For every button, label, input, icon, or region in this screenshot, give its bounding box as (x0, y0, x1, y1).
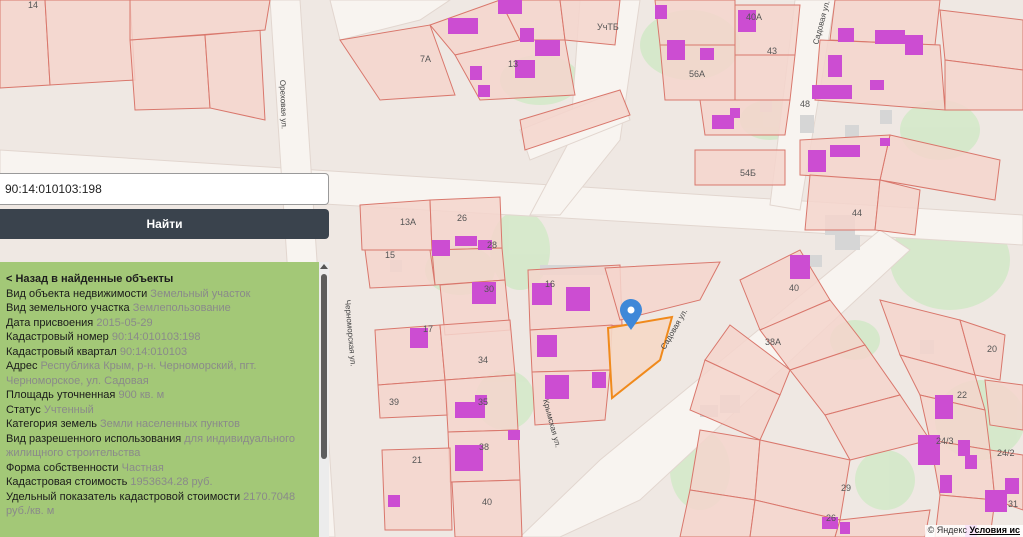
info-value: Частная (118, 461, 164, 474)
info-label: Вид земельного участка (6, 302, 130, 314)
map-attribution: © Яндекс Условия ис (924, 525, 1023, 537)
info-row: Вид объекта недвижимости Земельный участ… (6, 287, 311, 302)
parcel-label: 21 (412, 455, 422, 465)
parcel-label: 44 (852, 208, 862, 218)
info-label: Вид разрешенного использования (6, 432, 182, 445)
info-label: Кадастровая стоимость (6, 476, 128, 488)
info-value: 90:14:010103:198 (108, 331, 201, 343)
info-value: Земельный участок (147, 287, 251, 300)
parcel-label: 17 (423, 324, 433, 334)
scroll-up-arrow-icon[interactable] (320, 264, 328, 269)
info-value: 2015-05-29 (93, 316, 153, 329)
parcel-label: 24/2 (997, 448, 1015, 458)
scroll-thumb[interactable] (321, 274, 327, 459)
parcel-label: 56А (689, 69, 705, 79)
yandex-copyright: © Яндекс (927, 525, 967, 535)
parcel-label: 13 (508, 59, 518, 69)
parcel-label: 54Б (740, 168, 756, 178)
info-value: Республика Крым, р-н. Черноморский, пгт.… (6, 360, 257, 387)
parcel-label: 28 (487, 240, 497, 250)
info-row: Адрес Республика Крым, р-н. Черноморский… (6, 359, 311, 388)
find-button[interactable]: Найти (0, 209, 329, 239)
parcel-label: 38 (479, 442, 489, 452)
info-label: Форма собственности (6, 461, 119, 474)
parcel-label: 35 (478, 397, 488, 407)
parcel-label: УчТБ (597, 22, 619, 32)
info-value: 900 кв. м (115, 389, 165, 401)
info-row: Вид разрешенного использования для индив… (6, 432, 311, 461)
parcel-label: 43 (767, 46, 777, 56)
info-label: Кадастровый квартал (6, 345, 117, 358)
search-input[interactable] (0, 173, 329, 205)
parcel-label: 26 (457, 213, 467, 223)
info-label: Вид объекта недвижимости (6, 287, 148, 300)
parcel-label: 13А (400, 217, 416, 227)
info-row: Статус Учтенный (6, 403, 311, 418)
info-rows: Вид объекта недвижимости Земельный участ… (6, 287, 311, 519)
info-row: Вид земельного участка Землепользование (6, 301, 311, 316)
parcel-label: 40А (746, 12, 762, 22)
info-panel: < Назад в найденные объекты Вид объекта … (0, 262, 319, 537)
parcel-label: 22 (957, 390, 967, 400)
info-value: Землепользование (129, 302, 231, 314)
panel-scrollbar[interactable] (319, 262, 329, 537)
info-value: 90:14:010103 (116, 345, 188, 358)
parcel-label: 40 (482, 497, 492, 507)
terms-link[interactable]: Условия ис (970, 525, 1021, 535)
info-row: Форма собственности Частная (6, 461, 311, 476)
parcel-label: 26 (826, 513, 836, 523)
info-value: Учтенный (40, 403, 94, 416)
parcel-label: 7А (420, 54, 431, 64)
parcel-label: 34 (478, 355, 488, 365)
parcel-label: 39 (389, 397, 399, 407)
parcel-label: 24/3 (936, 436, 954, 446)
street-label: Ореховая ул. (278, 80, 289, 129)
parcel-label: 30 (484, 284, 494, 294)
parcel-label: 29 (841, 483, 851, 493)
parcel-label: 14 (28, 0, 38, 10)
back-to-results-link[interactable]: < Назад в найденные объекты (6, 272, 311, 287)
info-row: Кадастровый квартал 90:14:010103 (6, 345, 311, 360)
parcel-label: 38А (765, 337, 781, 347)
parcel-label: 31 (1008, 499, 1018, 509)
info-label: Кадастровый номер (6, 331, 109, 343)
info-row: Категория земель Земли населенных пункто… (6, 417, 311, 432)
info-label: Площадь уточненная (6, 389, 116, 401)
parcel-label: 40 (789, 283, 799, 293)
info-row: Кадастровый номер 90:14:010103:198 (6, 330, 311, 345)
parcel-label: 20 (987, 344, 997, 354)
info-row: Дата присвоения 2015-05-29 (6, 316, 311, 331)
info-label: Статус (6, 403, 41, 416)
info-value: 1953634.28 руб. (127, 476, 213, 488)
parcel-label: 16 (545, 279, 555, 289)
info-row: Удельный показатель кадастровой стоимост… (6, 490, 311, 519)
info-label: Удельный показатель кадастровой стоимост… (6, 490, 241, 503)
info-label: Категория земель (6, 418, 97, 430)
info-label: Дата присвоения (6, 316, 94, 329)
info-row: Кадастровая стоимость 1953634.28 руб. (6, 475, 311, 490)
info-label: Адрес (6, 360, 38, 372)
parcel-label: 48 (800, 99, 810, 109)
parcel-label: 15 (385, 250, 395, 260)
info-row: Площадь уточненная 900 кв. м (6, 388, 311, 403)
info-value: Земли населенных пунктов (96, 418, 240, 430)
